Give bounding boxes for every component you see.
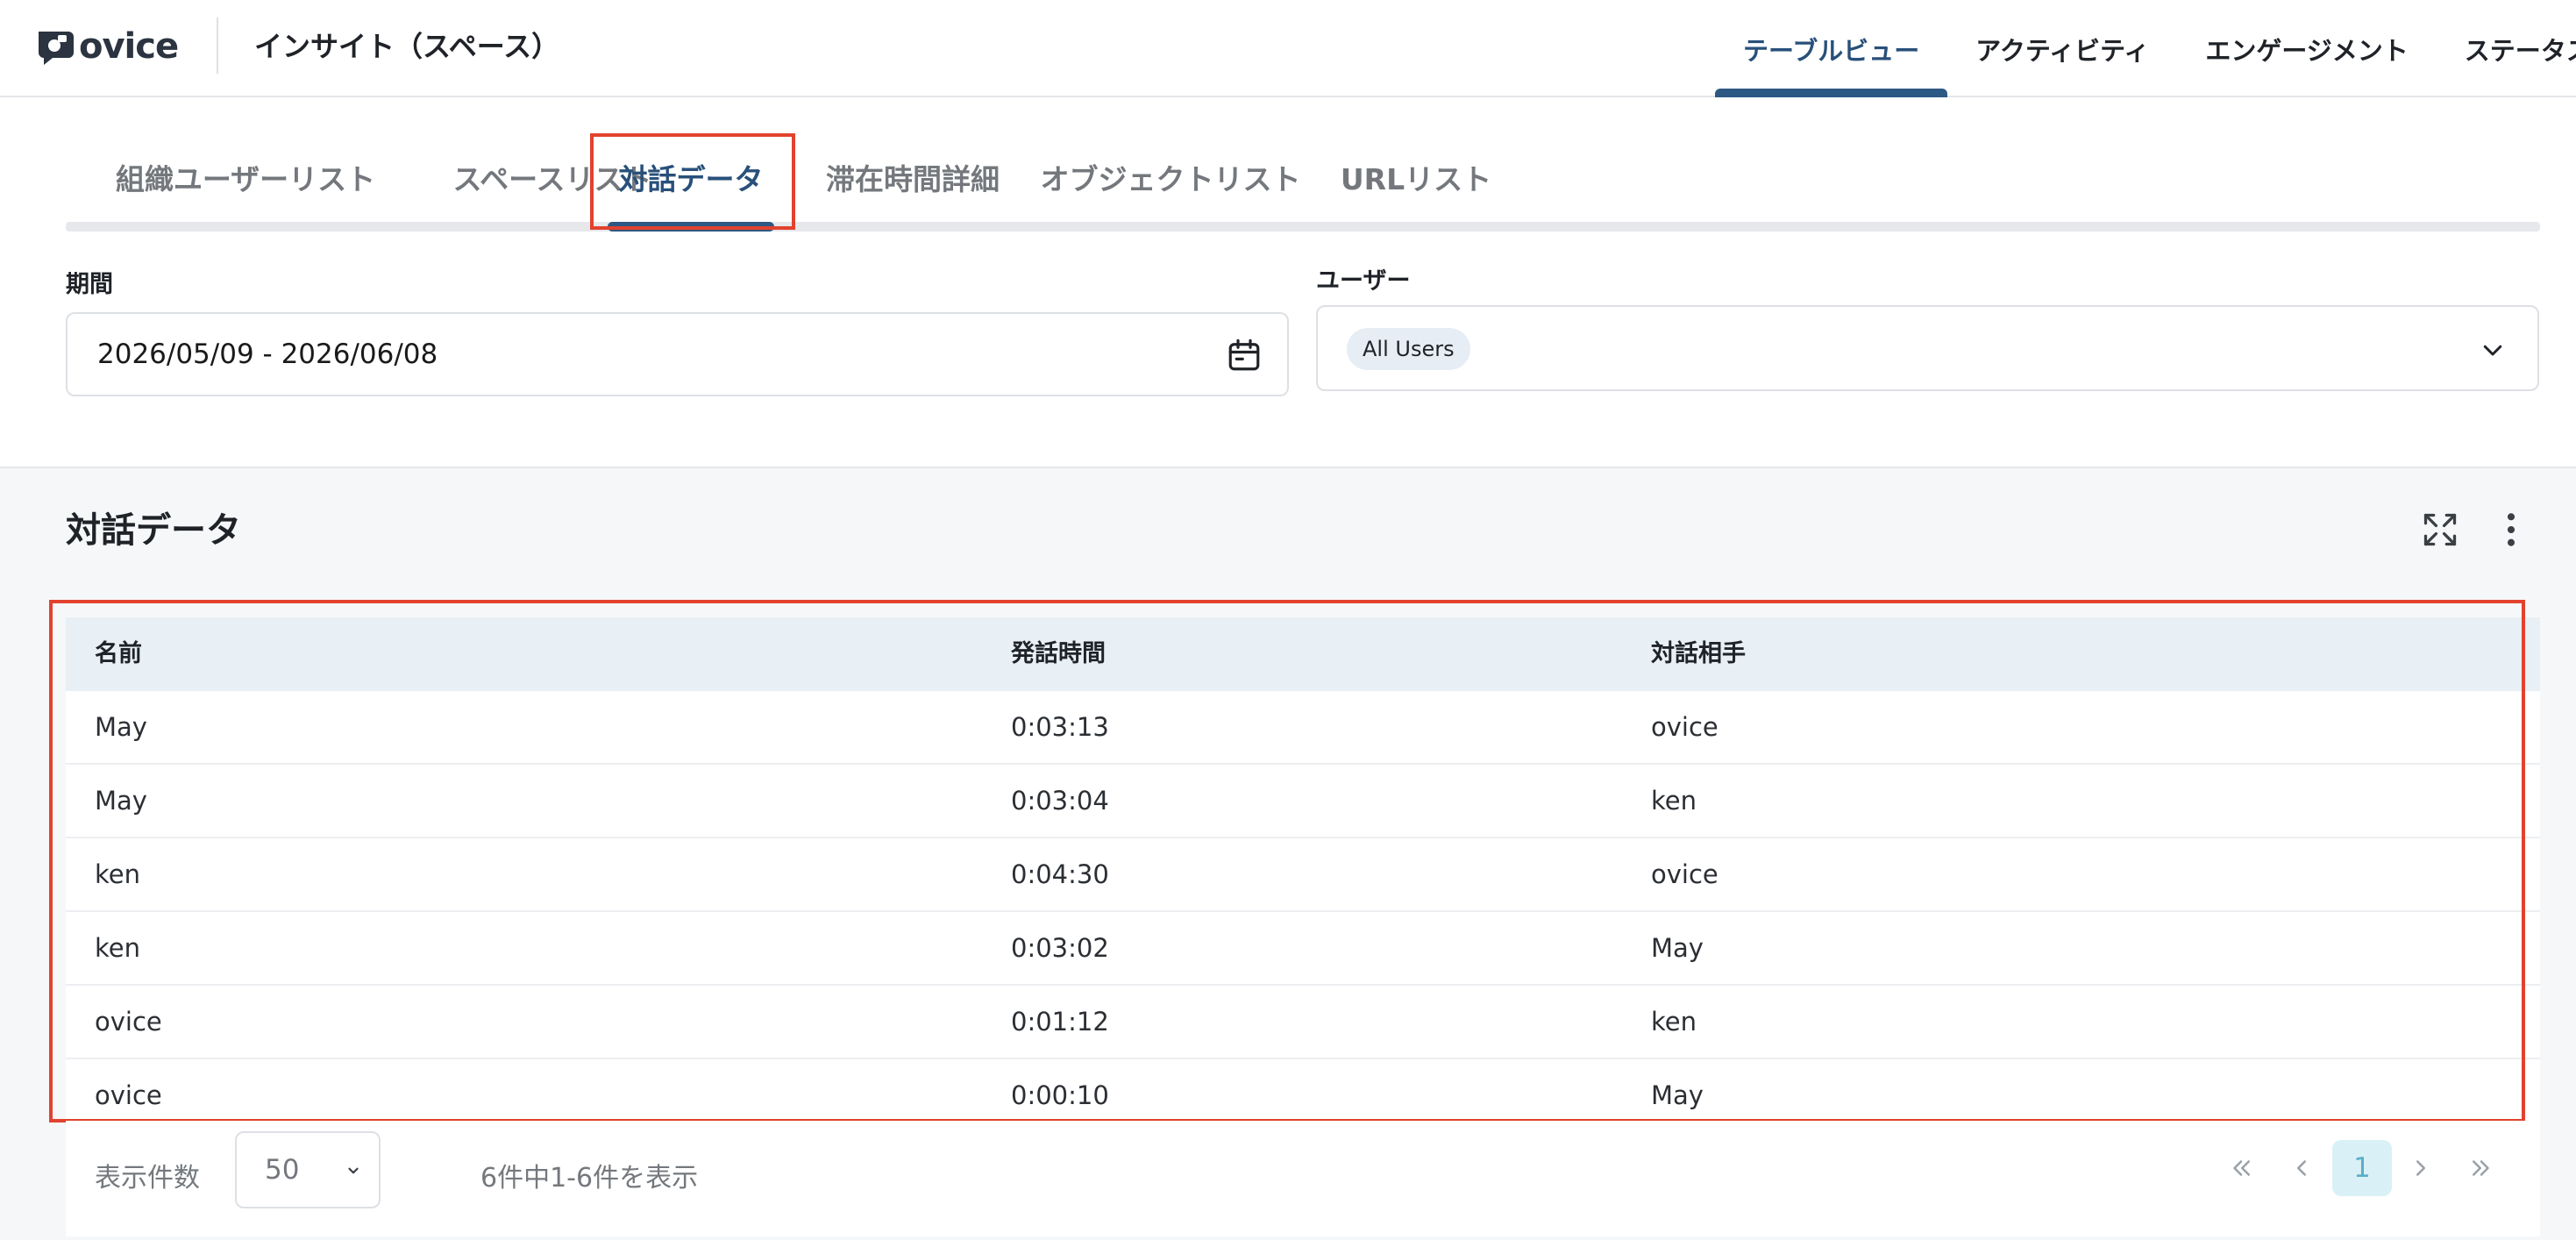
cell-name: ovice: [95, 1007, 162, 1037]
top-header: ovice インサイト（スペース） テーブルビュー アクティビティ エンゲージメ…: [0, 0, 2576, 97]
double-chevron-right-icon: [2473, 1160, 2489, 1176]
conversation-table: 名前 発話時間 対話相手 May 0:03:13 ovice May 0:03:…: [66, 617, 2540, 1126]
cell-name: ken: [95, 933, 140, 963]
cell-partner: May: [1651, 933, 1704, 963]
chevron-right-icon: [2416, 1160, 2425, 1176]
table-header: 名前 発話時間 対話相手: [66, 617, 2540, 691]
cell-partner: ken: [1651, 1007, 1697, 1037]
logo-text: ovice: [79, 26, 179, 67]
calendar-icon[interactable]: [1226, 337, 1263, 374]
expand-icon[interactable]: [2421, 510, 2459, 549]
top-nav-activity[interactable]: アクティビティ: [1947, 0, 2177, 97]
last-page-button[interactable]: [2457, 1144, 2506, 1193]
result-range-text: 6件中1-6件を表示: [480, 1163, 699, 1194]
user-label: ユーザー: [1316, 267, 1411, 295]
top-nav: テーブルビュー アクティビティ エンゲージメント ステータス: [1715, 0, 2576, 97]
ovice-logo-icon: [39, 32, 74, 65]
page-size-label: 表示件数: [95, 1163, 200, 1194]
table-row: ovice 0:00:10 May: [66, 1059, 2540, 1126]
double-chevron-left-icon: [2233, 1160, 2250, 1176]
tab-conversation-data[interactable]: 対話データ: [599, 132, 783, 232]
first-page-button[interactable]: [2217, 1144, 2266, 1193]
cell-speaking-time: 0:01:12: [1011, 1007, 1109, 1037]
user-select[interactable]: All Users: [1316, 305, 2539, 391]
cell-name: May: [95, 786, 147, 816]
table-row: ken 0:03:02 May: [66, 912, 2540, 986]
tab-object-list[interactable]: オブジェクトリスト: [1013, 132, 1328, 222]
chevron-left-icon: [2297, 1160, 2306, 1176]
top-nav-table-view[interactable]: テーブルビュー: [1715, 0, 1948, 97]
cell-speaking-time: 0:04:30: [1011, 859, 1109, 889]
top-nav-engagement[interactable]: エンゲージメント: [2177, 0, 2436, 97]
tab-url-list[interactable]: URLリスト: [1309, 132, 1523, 222]
panel-title: 対話データ: [66, 510, 241, 551]
page-size-select[interactable]: 50: [235, 1131, 381, 1208]
cell-partner: ken: [1651, 786, 1697, 816]
current-page-button[interactable]: 1: [2332, 1140, 2392, 1196]
column-header-name[interactable]: 名前: [95, 617, 142, 691]
column-header-speaking-time[interactable]: 発話時間: [1011, 617, 1106, 691]
table-row: ken 0:04:30 ovice: [66, 838, 2540, 912]
tab-org-user-list[interactable]: 組織ユーザーリスト: [83, 132, 408, 222]
table-row: May 0:03:13 ovice: [66, 691, 2540, 765]
tabs-track: [66, 222, 2540, 232]
cell-speaking-time: 0:03:04: [1011, 786, 1109, 816]
date-range-input[interactable]: 2026/05/09 - 2026/06/08: [66, 312, 1289, 396]
ovice-logo[interactable]: ovice: [35, 23, 179, 70]
user-chip[interactable]: All Users: [1347, 328, 1470, 370]
cell-speaking-time: 0:03:02: [1011, 933, 1109, 963]
table-row: ovice 0:01:12 ken: [66, 986, 2540, 1059]
cell-partner: May: [1651, 1080, 1704, 1110]
page-title: インサイト（スペース）: [254, 30, 560, 63]
cell-name: ken: [95, 859, 140, 889]
cell-name: May: [95, 712, 147, 742]
previous-page-button[interactable]: [2277, 1144, 2326, 1193]
cell-partner: ovice: [1651, 859, 1719, 889]
cell-partner: ovice: [1651, 712, 1719, 742]
pagination-bar: 表示件数 50 6件中1-6件を表示 1: [66, 1121, 2540, 1236]
more-vertical-icon[interactable]: [2499, 510, 2523, 549]
page-size-value: 50: [265, 1154, 300, 1186]
date-range-value: 2026/05/09 - 2026/06/08: [97, 339, 438, 370]
data-tabs: 組織ユーザーリスト スペースリスト 対話データ 滞在時間詳細 オブジェクトリスト…: [66, 132, 2540, 232]
header-divider: [217, 18, 218, 74]
table-row: May 0:03:04 ken: [66, 765, 2540, 838]
chevron-down-icon: [348, 1167, 359, 1174]
period-label: 期間: [66, 271, 113, 298]
column-header-partner[interactable]: 対話相手: [1651, 617, 1746, 691]
cell-speaking-time: 0:03:13: [1011, 712, 1109, 742]
cell-name: ovice: [95, 1080, 162, 1110]
tab-stay-time-detail[interactable]: 滞在時間詳細: [801, 132, 1025, 222]
cell-speaking-time: 0:00:10: [1011, 1080, 1109, 1110]
top-nav-status[interactable]: ステータス: [2437, 0, 2576, 97]
next-page-button[interactable]: [2396, 1144, 2445, 1193]
chevron-down-icon[interactable]: [2480, 337, 2506, 363]
